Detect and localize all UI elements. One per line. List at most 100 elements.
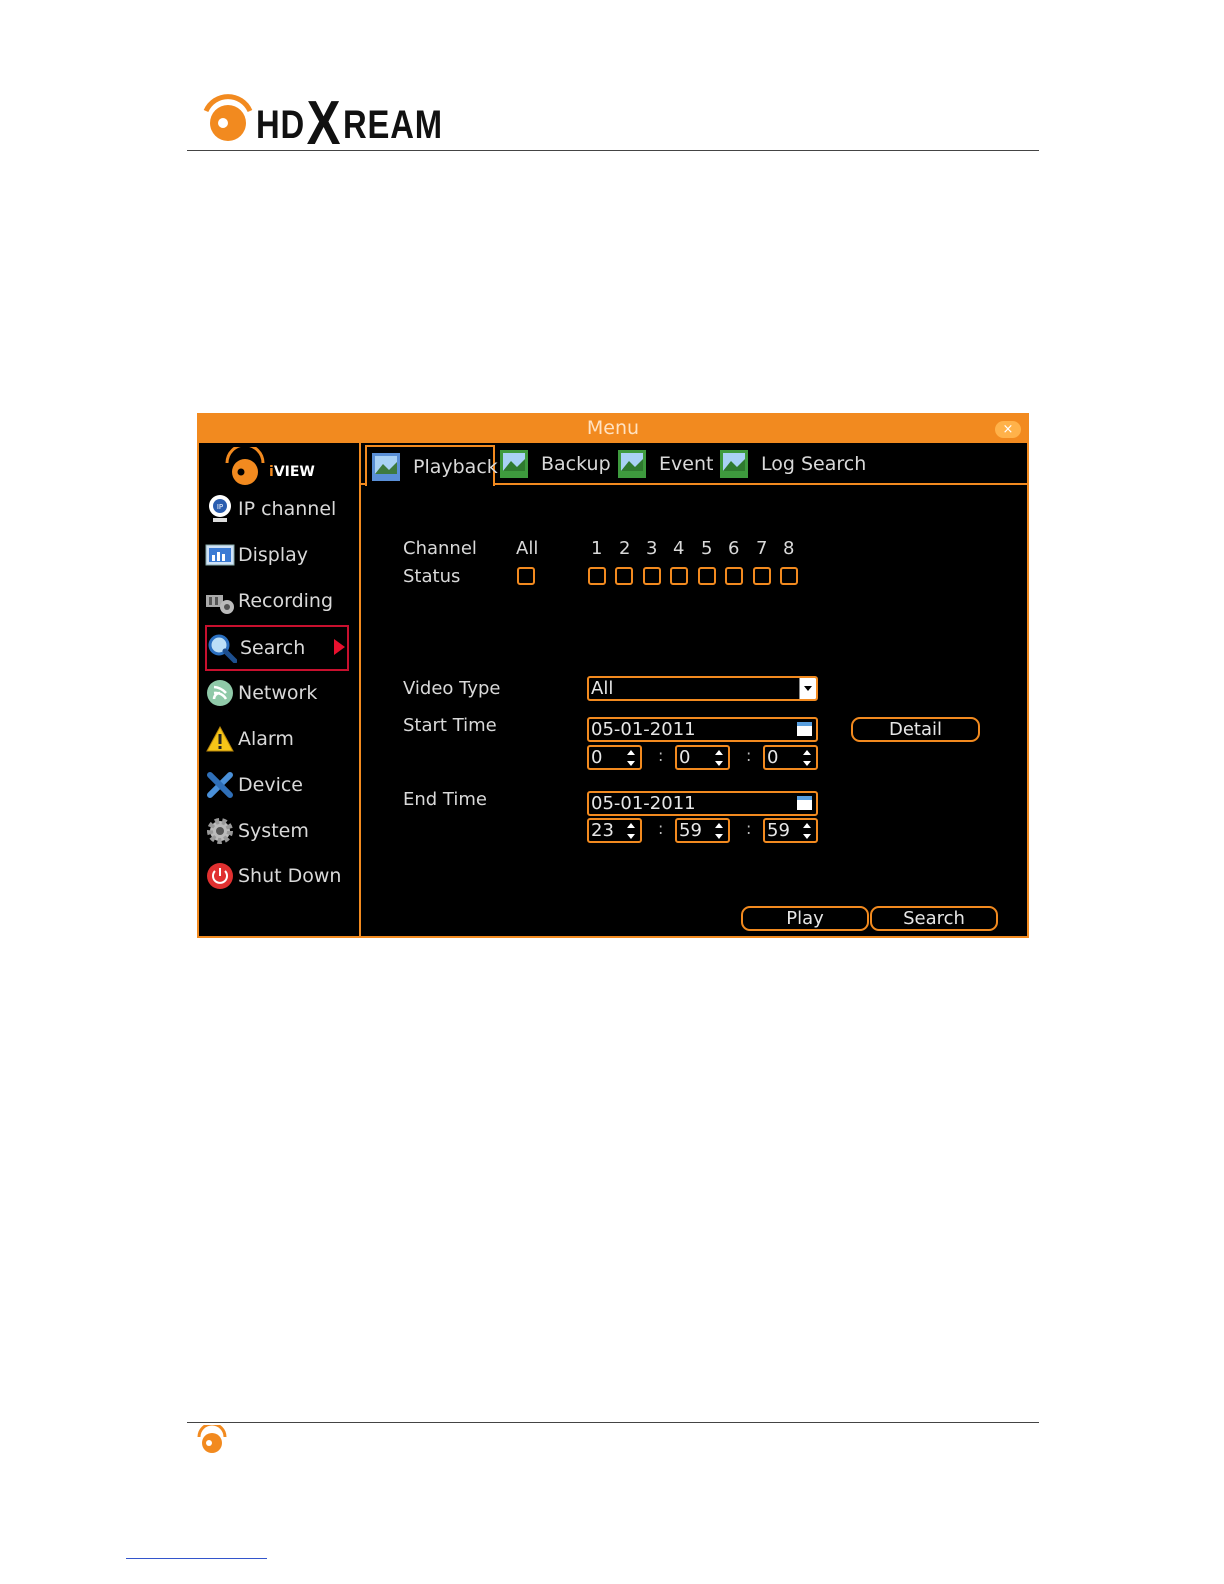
- spinner-arrows-icon[interactable]: [714, 748, 724, 768]
- sidebar-item-label: Recording: [238, 590, 334, 612]
- tab-label: Playback: [413, 455, 498, 478]
- time-separator: :: [746, 819, 752, 838]
- submenu-arrow-icon: [334, 639, 345, 655]
- header-rule: [187, 150, 1039, 151]
- channel-number: 2: [619, 538, 631, 559]
- channel-label: Channel: [403, 538, 477, 559]
- sidebar-item-label: System: [238, 820, 309, 842]
- end-minute-value: 59: [679, 820, 702, 841]
- event-tab-icon: [618, 450, 646, 478]
- play-button[interactable]: Play: [741, 906, 869, 931]
- alarm-icon: [206, 725, 234, 752]
- start-time-label: Start Time: [403, 715, 497, 736]
- tab-log-search[interactable]: Log Search: [719, 445, 866, 483]
- video-type-value: All: [591, 678, 614, 699]
- close-icon[interactable]: ×: [995, 421, 1021, 438]
- detail-button[interactable]: Detail: [851, 717, 980, 742]
- end-date-field[interactable]: 05-01-2011: [587, 791, 818, 816]
- brand-text: HDXREAM: [256, 88, 443, 158]
- channel-number: 5: [701, 538, 713, 559]
- sidebar-item-search[interactable]: Search: [205, 625, 349, 671]
- recording-icon: [206, 595, 234, 614]
- channel-2-checkbox[interactable]: [615, 567, 633, 585]
- svg-text:IP: IP: [217, 503, 223, 511]
- sidebar-item-label: Device: [238, 774, 303, 796]
- title-bar: Menu ×: [199, 415, 1027, 443]
- display-icon: [205, 544, 235, 566]
- search-button[interactable]: Search: [870, 906, 998, 931]
- iview-logo: iVIEW: [223, 447, 315, 487]
- video-type-select[interactable]: All: [587, 676, 818, 701]
- end-hour-spinner[interactable]: 23: [587, 818, 642, 843]
- device-icon: [207, 772, 233, 798]
- calendar-icon[interactable]: [797, 796, 812, 810]
- status-label: Status: [403, 566, 461, 587]
- power-icon: [207, 863, 233, 889]
- log-search-tab-icon: [720, 450, 748, 478]
- backup-tab-icon: [500, 450, 528, 478]
- all-label: All: [516, 538, 539, 559]
- sidebar-item-shut-down[interactable]: Shut Down: [205, 855, 349, 897]
- sidebar-item-label: Network: [238, 682, 318, 704]
- channel-7-checkbox[interactable]: [753, 567, 771, 585]
- time-separator: :: [746, 746, 752, 765]
- start-hour-spinner[interactable]: 0: [587, 745, 642, 770]
- spinner-arrows-icon[interactable]: [714, 821, 724, 841]
- tab-playback[interactable]: Playback: [365, 445, 498, 486]
- channel-number: 3: [646, 538, 658, 559]
- sidebar-item-network[interactable]: Network: [205, 672, 349, 714]
- channel-6-checkbox[interactable]: [725, 567, 743, 585]
- sidebar-item-recording[interactable]: Recording: [205, 580, 349, 622]
- video-type-label: Video Type: [403, 678, 501, 699]
- channel-5-checkbox[interactable]: [698, 567, 716, 585]
- sidebar-item-label: Alarm: [238, 728, 294, 750]
- channel-all-checkbox[interactable]: [517, 567, 535, 585]
- network-icon: [207, 680, 233, 706]
- chevron-down-icon[interactable]: [799, 678, 816, 699]
- sidebar-item-label: IP channel: [238, 498, 337, 520]
- channel-8-checkbox[interactable]: [780, 567, 798, 585]
- end-date-value: 05-01-2011: [591, 793, 696, 814]
- end-second-value: 59: [767, 820, 790, 841]
- sidebar-item-label: Display: [238, 544, 309, 566]
- tab-bar: Playback Backup Event Log Search: [361, 443, 1027, 486]
- sidebar-item-system[interactable]: System: [205, 810, 349, 852]
- channel-number: 7: [756, 538, 768, 559]
- end-minute-spinner[interactable]: 59: [675, 818, 730, 843]
- end-hour-value: 23: [591, 820, 614, 841]
- window-title: Menu: [586, 417, 640, 439]
- iview-eye-icon: [225, 447, 265, 485]
- spinner-arrows-icon[interactable]: [626, 821, 636, 841]
- start-second-spinner[interactable]: 0: [763, 745, 818, 770]
- sidebar-item-alarm[interactable]: Alarm: [205, 718, 349, 760]
- hdxream-logo: HDXREAM: [200, 86, 484, 158]
- footer-camera-eye-icon: [197, 1425, 227, 1453]
- start-date-field[interactable]: 05-01-2011: [587, 717, 818, 742]
- tab-event[interactable]: Event: [617, 445, 713, 483]
- system-icon: [207, 818, 233, 844]
- channel-number: 1: [591, 538, 603, 559]
- sidebar: iVIEW IP IP channel Display Recording Se…: [199, 443, 361, 936]
- start-minute-value: 0: [679, 747, 691, 768]
- channel-4-checkbox[interactable]: [670, 567, 688, 585]
- calendar-icon[interactable]: [797, 722, 812, 736]
- channel-number: 8: [783, 538, 795, 559]
- tab-label: Event: [659, 453, 714, 475]
- channel-3-checkbox[interactable]: [643, 567, 661, 585]
- menu-window: Menu × iVIEW IP IP channel Display Recor…: [197, 413, 1029, 938]
- spinner-arrows-icon[interactable]: [802, 748, 812, 768]
- footer-link-underline[interactable]: [126, 1558, 267, 1559]
- sidebar-item-ip-channel[interactable]: IP IP channel: [205, 488, 349, 530]
- channel-1-checkbox[interactable]: [588, 567, 606, 585]
- sidebar-item-device[interactable]: Device: [205, 764, 349, 806]
- channel-number: 4: [673, 538, 685, 559]
- tab-backup[interactable]: Backup: [499, 445, 611, 483]
- time-separator: :: [658, 819, 664, 838]
- spinner-arrows-icon[interactable]: [626, 748, 636, 768]
- spinner-arrows-icon[interactable]: [802, 821, 812, 841]
- playback-tab-icon: [372, 452, 400, 481]
- sidebar-item-display[interactable]: Display: [205, 534, 349, 576]
- start-minute-spinner[interactable]: 0: [675, 745, 730, 770]
- end-second-spinner[interactable]: 59: [763, 818, 818, 843]
- search-icon: [208, 634, 237, 663]
